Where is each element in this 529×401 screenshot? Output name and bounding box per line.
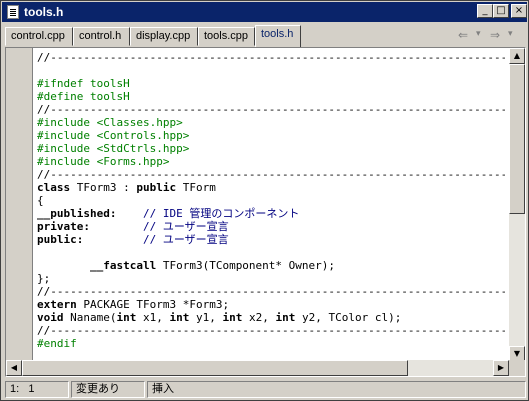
window-title: tools.h bbox=[24, 5, 64, 19]
keyword: void bbox=[37, 311, 64, 324]
file-tabs: control.cpp control.h display.cpp tools.… bbox=[5, 25, 525, 47]
code-line: //--------------------------------------… bbox=[37, 324, 505, 337]
code-line: { bbox=[37, 194, 44, 207]
code-line: __fastcall TForm3(TComponent* Owner); bbox=[37, 259, 505, 272]
code-line: #define toolsH bbox=[37, 90, 130, 103]
horizontal-scroll-thumb[interactable] bbox=[22, 360, 408, 376]
forward-arrow-icon[interactable]: ⇒ bbox=[490, 28, 500, 42]
tab-control-h[interactable]: control.h bbox=[73, 27, 130, 46]
horizontal-scrollbar[interactable]: ◀ ▶ bbox=[6, 360, 525, 376]
keyword: __published: bbox=[37, 207, 117, 220]
modified-indicator: 変更あり bbox=[71, 381, 145, 398]
editor-gutter[interactable] bbox=[6, 48, 33, 362]
tab-tools-h[interactable]: tools.h bbox=[255, 25, 301, 47]
keyword: int bbox=[169, 311, 190, 324]
code-line: #include <StdCtrls.hpp> bbox=[37, 142, 190, 155]
code-line: //--------------------------------------… bbox=[37, 168, 505, 181]
code-line: #endif bbox=[37, 337, 77, 350]
status-bar: 1: 1 変更あり 挿入 bbox=[5, 380, 526, 399]
code-line: #include <Classes.hpp> bbox=[37, 116, 183, 129]
tab-control-cpp[interactable]: control.cpp bbox=[5, 27, 73, 46]
keyword: public: bbox=[37, 233, 84, 246]
vertical-scrollbar[interactable]: ▲ ▼ bbox=[509, 48, 525, 362]
keyword: int bbox=[275, 311, 296, 324]
code-line: #include <Controls.hpp> bbox=[37, 129, 190, 142]
code-line: //--------------------------------------… bbox=[37, 51, 505, 64]
cursor-position: 1: 1 bbox=[5, 381, 69, 398]
keyword: extern bbox=[37, 298, 77, 311]
back-dropdown-icon[interactable]: ▾ bbox=[476, 29, 481, 39]
tab-tools-cpp[interactable]: tools.cpp bbox=[198, 27, 255, 46]
code-line: public: // ユーザー宣言 bbox=[37, 233, 505, 246]
code-editor[interactable]: //--------------------------------------… bbox=[5, 47, 526, 377]
code-text: TForm3(TComponent* Owner); bbox=[156, 259, 336, 272]
code-area[interactable]: //--------------------------------------… bbox=[37, 51, 505, 361]
code-text: x1, bbox=[136, 311, 170, 324]
vertical-scroll-thumb[interactable] bbox=[509, 64, 525, 214]
code-text: TForm3 : bbox=[70, 181, 137, 194]
code-text: x2, bbox=[242, 311, 276, 324]
code-comment: // IDE 管理のコンポーネント bbox=[142, 207, 300, 220]
code-line: #ifndef toolsH bbox=[37, 77, 130, 90]
code-line: void Naname(int x1, int y1, int x2, int … bbox=[37, 311, 505, 324]
editor-window: tools.h _ □ × control.cpp control.h disp… bbox=[0, 0, 529, 401]
code-line: //--------------------------------------… bbox=[37, 285, 505, 298]
code-text: y2, TColor cl); bbox=[295, 311, 402, 324]
code-text: Naname( bbox=[63, 311, 117, 324]
scroll-left-button[interactable]: ◀ bbox=[6, 360, 22, 376]
title-bar[interactable]: tools.h bbox=[2, 2, 527, 22]
code-comment: // ユーザー宣言 bbox=[142, 220, 229, 233]
insert-mode-indicator: 挿入 bbox=[147, 381, 526, 398]
code-comment: // ユーザー宣言 bbox=[142, 233, 229, 246]
code-line: __published: // IDE 管理のコンポーネント bbox=[37, 207, 505, 220]
scroll-up-button[interactable]: ▲ bbox=[509, 48, 525, 64]
keyword: private: bbox=[37, 220, 90, 233]
code-text: y1, bbox=[189, 311, 223, 324]
code-line: class TForm3 : public TForm bbox=[37, 181, 505, 194]
maximize-button[interactable]: □ bbox=[493, 4, 509, 18]
code-line: //--------------------------------------… bbox=[37, 103, 505, 116]
document-icon bbox=[7, 5, 19, 19]
tab-display-cpp[interactable]: display.cpp bbox=[130, 27, 198, 46]
scroll-corner bbox=[509, 360, 525, 376]
code-line: extern PACKAGE TForm3 *Form3; bbox=[37, 298, 505, 311]
code-line: }; bbox=[37, 272, 51, 285]
code-text: TForm bbox=[176, 181, 216, 194]
keyword: __fastcall bbox=[89, 259, 157, 272]
keyword: int bbox=[116, 311, 137, 324]
close-button[interactable]: × bbox=[511, 4, 527, 18]
navigation-arrows: ⇐ ▾ ⇒ ▾ bbox=[456, 28, 522, 44]
minimize-button[interactable]: _ bbox=[477, 4, 493, 18]
keyword: public bbox=[136, 181, 177, 194]
keyword: class bbox=[37, 181, 71, 194]
scroll-right-button[interactable]: ▶ bbox=[493, 360, 509, 376]
keyword: int bbox=[222, 311, 243, 324]
code-line: #include <Forms.hpp> bbox=[37, 155, 170, 168]
code-line: private: // ユーザー宣言 bbox=[37, 220, 505, 233]
back-arrow-icon[interactable]: ⇐ bbox=[458, 28, 468, 42]
code-text: PACKAGE TForm3 *Form3; bbox=[76, 298, 230, 311]
forward-dropdown-icon[interactable]: ▾ bbox=[508, 29, 513, 39]
